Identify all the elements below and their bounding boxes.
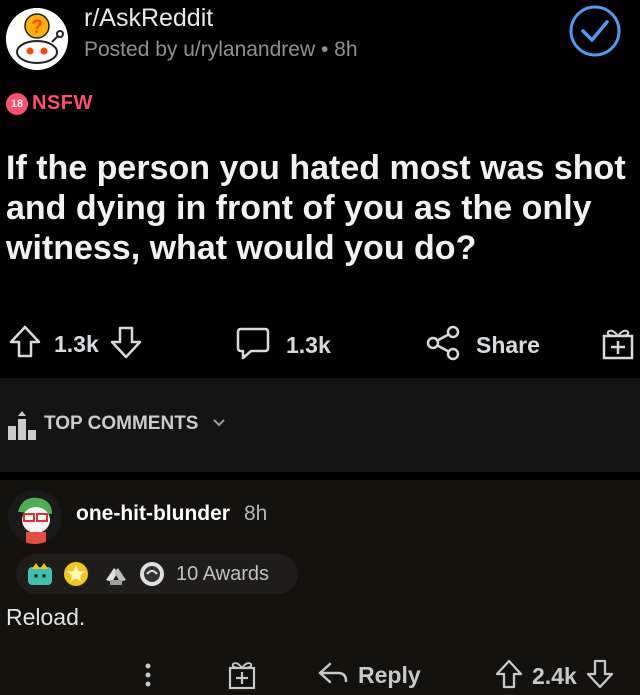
comment-vote-group: 2.4k bbox=[494, 658, 615, 695]
sort-dropdown[interactable]: TOP COMMENTS bbox=[44, 413, 226, 435]
avatar[interactable] bbox=[8, 490, 62, 544]
comment-time: 8h bbox=[244, 502, 268, 525]
check-circle-icon[interactable] bbox=[568, 4, 622, 58]
nsfw-tag: 18 NSFW bbox=[6, 92, 93, 115]
sort-label: TOP COMMENTS bbox=[44, 413, 199, 434]
speech-bubble-icon bbox=[234, 324, 272, 367]
awards-pill[interactable]: 10 Awards bbox=[16, 554, 298, 594]
nsfw-label: NSFW bbox=[32, 92, 93, 114]
reply-arrow-icon bbox=[316, 658, 350, 693]
award-emblem-icon bbox=[138, 560, 166, 593]
comment-count: 1.3k bbox=[286, 332, 331, 358]
askreddit-snoo-icon[interactable]: ? bbox=[6, 8, 68, 70]
nsfw-badge: 18 bbox=[6, 92, 28, 115]
vote-group: 1.3k bbox=[8, 324, 143, 365]
comment-author[interactable]: one-hit-blunder bbox=[76, 502, 230, 526]
post-title: If the person you hated most was shot an… bbox=[6, 149, 626, 267]
awards-count: 10 Awards bbox=[176, 563, 270, 585]
award-crown-icon bbox=[26, 561, 54, 592]
chevron-down-icon bbox=[212, 415, 226, 433]
comment-body: Reload. bbox=[6, 604, 86, 630]
comment: one-hit-blunder 8h 10 Awards Reload. Rep… bbox=[0, 480, 640, 695]
reply-label: Reply bbox=[358, 662, 421, 688]
share-icon bbox=[424, 324, 462, 367]
gift-icon[interactable] bbox=[226, 658, 258, 692]
share-button[interactable]: Share bbox=[424, 324, 540, 367]
post-header: ? r/AskReddit Posted by u/rylanandrew • … bbox=[0, 0, 640, 80]
podium-icon bbox=[6, 410, 38, 447]
svg-text:?: ? bbox=[31, 17, 43, 38]
gift-icon[interactable] bbox=[600, 324, 636, 362]
arrow-down-icon[interactable] bbox=[109, 324, 143, 365]
post-action-bar: 1.3k 1.3k Share bbox=[0, 310, 640, 376]
arrow-up-icon[interactable] bbox=[8, 324, 42, 365]
comment-vote-count: 2.4k bbox=[532, 663, 577, 689]
arrow-up-icon[interactable] bbox=[494, 658, 524, 695]
dots-vertical-icon[interactable] bbox=[138, 658, 158, 692]
comment-action-bar: Reply 2.4k bbox=[0, 658, 640, 694]
arrow-down-icon[interactable] bbox=[585, 658, 615, 695]
comments-button[interactable]: 1.3k bbox=[234, 324, 331, 367]
subreddit-name[interactable]: r/AskReddit bbox=[84, 4, 213, 33]
award-star-icon bbox=[62, 560, 90, 593]
upvote-count: 1.3k bbox=[54, 331, 99, 357]
comments-header: TOP COMMENTS bbox=[0, 378, 640, 472]
reply-button[interactable]: Reply bbox=[316, 658, 421, 693]
posted-by: Posted by u/rylanandrew • 8h bbox=[84, 38, 358, 61]
award-hands-icon bbox=[102, 560, 130, 593]
share-label: Share bbox=[476, 332, 540, 358]
